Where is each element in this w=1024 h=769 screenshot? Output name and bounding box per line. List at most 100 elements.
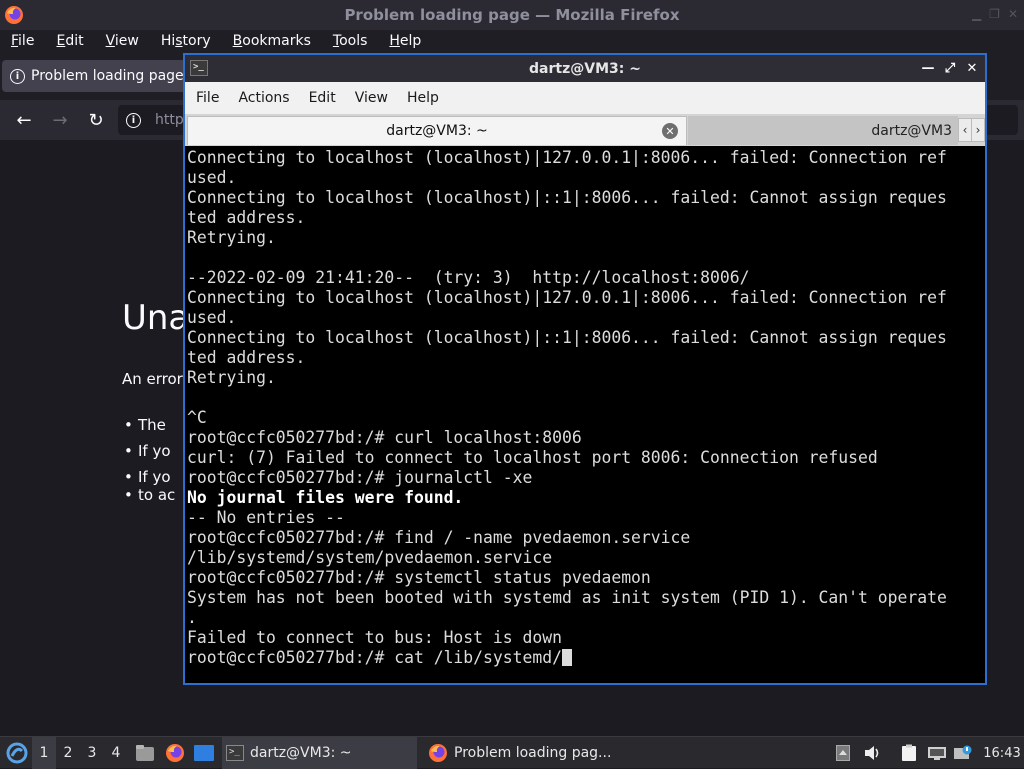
menu-bookmarks[interactable]: Bookmarks	[222, 33, 322, 49]
error-bullet: If yo	[124, 468, 170, 486]
terminal-line: ted address.	[187, 348, 306, 367]
maximize-icon[interactable]: ❐	[989, 7, 1000, 21]
firefox-launcher-icon[interactable]	[163, 737, 187, 769]
terminal-line: -- No entries --	[187, 508, 345, 527]
minimize-icon[interactable]: —	[919, 58, 937, 78]
terminal-menu-actions[interactable]: Actions	[227, 90, 297, 106]
terminal-menu-edit[interactable]: Edit	[298, 90, 344, 106]
firefox-icon	[429, 744, 447, 762]
menu-history[interactable]: History	[150, 33, 222, 49]
text-cursor	[561, 649, 572, 666]
menu-tools[interactable]: Tools	[322, 33, 379, 49]
error-page-title: Una	[122, 298, 190, 338]
show-desktop-icon[interactable]	[192, 737, 216, 769]
firefox-logo-icon	[5, 6, 23, 24]
clipboard-icon[interactable]	[899, 737, 919, 769]
terminal-menubar: File Actions Edit View Help	[185, 82, 985, 114]
terminal-line: Connecting to localhost (localhost)|127.…	[187, 148, 947, 167]
info-icon: i	[10, 68, 25, 84]
terminal-line: ted address.	[187, 208, 306, 227]
menu-view[interactable]: View	[95, 33, 150, 49]
terminal-titlebar[interactable]: >_ dartz@VM3: ~ — ⤢ ✕	[185, 55, 985, 82]
terminal-app-icon: >_	[190, 60, 208, 76]
workspace-1[interactable]: 1	[32, 737, 56, 769]
terminal-line: curl: (7) Failed to connect to localhost…	[187, 448, 878, 467]
file-manager-icon[interactable]	[134, 737, 156, 769]
terminal-line: used.	[187, 168, 237, 187]
terminal-window-title: dartz@VM3: ~	[529, 60, 641, 77]
close-icon[interactable]: ✕	[963, 58, 981, 78]
reload-icon[interactable]: ↻	[84, 108, 108, 132]
terminal-line: root@ccfc050277bd:/# journalctl -xe	[187, 468, 533, 487]
terminal-line: Connecting to localhost (localhost)|127.…	[187, 288, 947, 307]
taskbar: 1234 >_ dartz@VM3: ~ Problem loading pag…	[0, 736, 1024, 769]
tab-scroll-right-icon[interactable]: ›	[971, 118, 985, 142]
menu-edit[interactable]: Edit	[45, 33, 94, 49]
terminal-line: Retrying.	[187, 368, 276, 387]
error-bullet: The	[124, 416, 166, 434]
task-label: Problem loading pag...	[454, 745, 612, 761]
prompt-text: root@ccfc050277bd:/# cat /lib/systemd/	[187, 648, 562, 667]
terminal-window[interactable]: >_ dartz@VM3: ~ — ⤢ ✕ File Actions Edit Vie…	[183, 53, 987, 685]
error-bullet: If yo	[124, 442, 170, 460]
tab-scroll-left-icon[interactable]: ‹	[958, 118, 972, 142]
firefox-menubar: File Edit View History Bookmarks Tools Help	[0, 30, 1024, 52]
error-bullet-continuation: to ac	[124, 486, 175, 504]
firefox-window-title: Problem loading page — Mozilla Firefox	[344, 6, 680, 24]
tray-up-arrow-icon[interactable]	[834, 737, 852, 769]
network-icon[interactable]	[926, 737, 948, 769]
firefox-titlebar: Problem loading page — Mozilla Firefox ▁…	[0, 0, 1024, 30]
terminal-line: System has not been booted with systemd …	[187, 588, 947, 607]
terminal-line: .	[187, 608, 197, 627]
terminal-tabbar: dartz@VM3: ~ ✕ dartz@VM3 ‹ ›	[185, 114, 985, 146]
terminal-tab-label: dartz@VM3	[871, 122, 952, 139]
firefox-window-controls: ▁ ❐ ✕	[972, 7, 1018, 21]
taskbar-task-firefox[interactable]: Problem loading pag...	[424, 737, 624, 769]
menu-help[interactable]: Help	[378, 33, 432, 49]
workspace-2[interactable]: 2	[56, 737, 80, 769]
terminal-tab[interactable]: dartz@VM3	[688, 116, 958, 145]
terminal-tab-label: dartz@VM3: ~	[386, 123, 488, 139]
minimize-icon[interactable]: ▁	[972, 7, 981, 21]
maximize-icon[interactable]: ⤢	[941, 58, 959, 78]
update-notifier-icon[interactable]	[952, 737, 974, 769]
terminal-line: used.	[187, 308, 237, 327]
terminal-line: ^C	[187, 408, 207, 427]
forward-arrow-icon[interactable]: →	[48, 108, 72, 132]
terminal-prompt-line[interactable]: root@ccfc050277bd:/# cat /lib/systemd/	[187, 648, 985, 668]
task-label: dartz@VM3: ~	[250, 745, 352, 761]
terminal-output[interactable]: Connecting to localhost (localhost)|127.…	[185, 146, 985, 683]
terminal-menu-file[interactable]: File	[185, 90, 227, 106]
workspace-4[interactable]: 4	[104, 737, 128, 769]
menu-file[interactable]: File	[0, 33, 45, 49]
firefox-tab-active[interactable]: i Problem loading page	[2, 60, 188, 92]
tab-close-icon[interactable]: ✕	[662, 123, 678, 139]
lxqt-logo-icon	[6, 742, 28, 764]
taskbar-task-terminal[interactable]: >_ dartz@VM3: ~	[222, 737, 417, 769]
terminal-line: root@ccfc050277bd:/# curl localhost:8006	[187, 428, 582, 447]
clock[interactable]: 16:43	[982, 737, 1022, 769]
terminal-line: --2022-02-09 21:41:20-- (try: 3) http://…	[187, 268, 750, 287]
workspace-3[interactable]: 3	[80, 737, 104, 769]
terminal-line: root@ccfc050277bd:/# find / -name pvedae…	[187, 528, 691, 547]
back-arrow-icon[interactable]: ←	[12, 108, 36, 132]
terminal-menu-help[interactable]: Help	[396, 90, 447, 106]
volume-icon[interactable]	[862, 737, 884, 769]
error-page-description: An error	[122, 370, 183, 388]
terminal-icon: >_	[226, 745, 244, 761]
url-text: http	[155, 112, 184, 128]
start-menu-button[interactable]	[4, 737, 30, 769]
close-icon[interactable]: ✕	[1008, 7, 1018, 21]
terminal-menu-view[interactable]: View	[344, 90, 396, 106]
terminal-line: Connecting to localhost (localhost)|::1|…	[187, 188, 947, 207]
terminal-tab-active[interactable]: dartz@VM3: ~ ✕	[187, 116, 687, 145]
tab-title: Problem loading page	[31, 68, 184, 84]
terminal-window-controls: — ⤢ ✕	[919, 58, 981, 78]
terminal-line: No journal files were found.	[187, 488, 464, 507]
site-info-icon[interactable]: i	[126, 112, 141, 128]
terminal-line: root@ccfc050277bd:/# systemctl status pv…	[187, 568, 651, 587]
terminal-line: Retrying.	[187, 228, 276, 247]
terminal-line: /lib/systemd/system/pvedaemon.service	[187, 548, 553, 567]
